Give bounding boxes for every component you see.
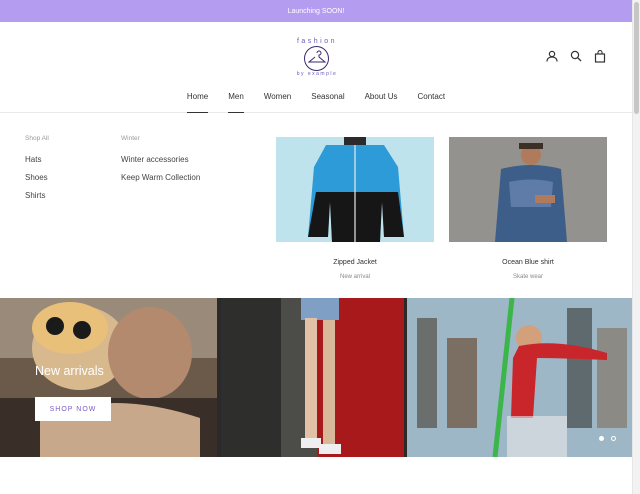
nav-women[interactable]: Women [254, 92, 301, 112]
search-icon[interactable] [570, 50, 582, 63]
promo-image-ocean-blue-shirt [449, 137, 607, 242]
hero-image-swing [407, 298, 632, 457]
scrollbar-thumb[interactable] [634, 2, 639, 114]
hero-title: New arrivals [35, 364, 104, 378]
cart-bag-icon[interactable] [594, 50, 606, 63]
mega-menu: Shop All Hats Shoes Shirts Winter Winter… [0, 113, 632, 298]
hero-image-couple [0, 298, 217, 457]
hero-slideshow: New arrivals SHOP NOW [0, 298, 632, 457]
promo-title: Zipped Jacket [333, 259, 377, 266]
slide-dot-1[interactable] [599, 436, 604, 441]
menu-link-winter-accessories[interactable]: Winter accessories [121, 155, 200, 164]
main-navigation: Home Men Women Seasonal About Us Contact [0, 92, 632, 113]
menu-link-hats[interactable]: Hats [25, 155, 49, 164]
column-title: Shop All [25, 135, 49, 142]
nav-men[interactable]: Men [218, 92, 254, 113]
slideshow-pagination [599, 436, 616, 441]
shop-now-button[interactable]: SHOP NOW [35, 397, 111, 421]
nav-about-us[interactable]: About Us [355, 92, 408, 112]
promo-title: Ocean Blue shirt [502, 259, 554, 266]
logo-wordmark: fashion [296, 38, 338, 45]
page-scrollbar[interactable] [632, 0, 640, 494]
promo-subtitle: Skate wear [512, 274, 543, 280]
nav-seasonal[interactable]: Seasonal [301, 92, 354, 112]
slide-dot-2[interactable] [611, 436, 616, 441]
menu-link-shoes[interactable]: Shoes [25, 173, 49, 182]
announcement-bar: Launching SOON! [0, 0, 632, 22]
menu-column-shop-all: Shop All Hats Shoes Shirts [25, 135, 49, 209]
column-title: Winter [121, 135, 140, 142]
header-icons [546, 50, 606, 63]
hanger-icon [304, 46, 329, 71]
promo-image-zipped-jacket [276, 137, 434, 242]
menu-link-keep-warm-collection[interactable]: Keep Warm Collection [121, 173, 200, 182]
promo-card-ocean-blue-shirt[interactable]: Ocean Blue shirt Skate wear [449, 137, 607, 280]
site-header: fashion by example Home Men Women Season… [0, 22, 632, 113]
promo-subtitle: New arrival [339, 274, 370, 280]
nav-home[interactable]: Home [177, 92, 218, 113]
menu-column-winter: Winter Winter accessories Keep Warm Coll… [121, 135, 200, 191]
nav-contact[interactable]: Contact [408, 92, 456, 112]
account-icon[interactable] [546, 50, 558, 63]
logo-tagline: by example [296, 71, 338, 77]
logo[interactable]: fashion by example [289, 38, 345, 80]
announcement-text: Launching SOON! [287, 7, 345, 15]
hero-image-legs [221, 298, 404, 457]
promo-card-zipped-jacket[interactable]: Zipped Jacket New arrival [276, 137, 434, 280]
menu-link-shirts[interactable]: Shirts [25, 191, 49, 200]
